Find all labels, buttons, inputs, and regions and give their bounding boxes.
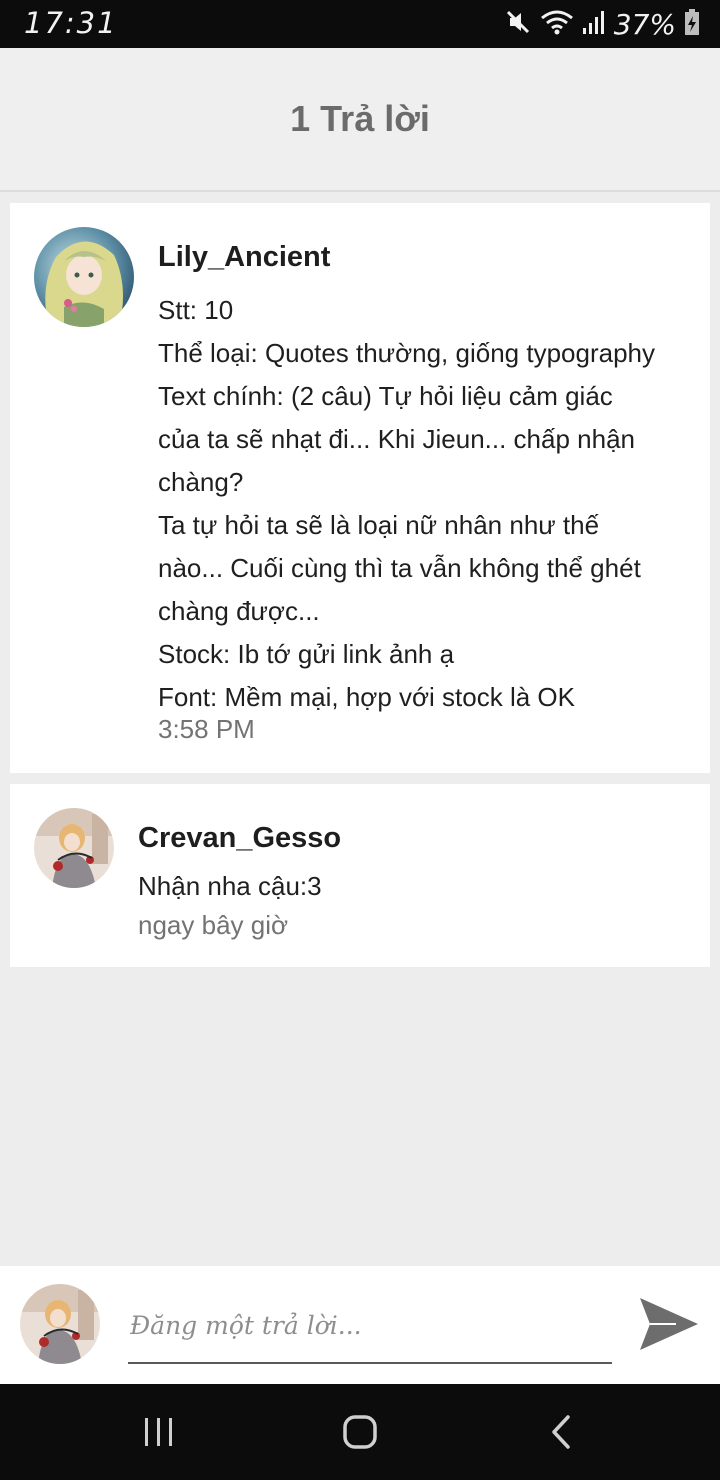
avatar-image bbox=[34, 227, 134, 327]
post-timestamp: 3:58 PM bbox=[158, 714, 255, 744]
wifi-icon bbox=[540, 8, 574, 41]
post-author[interactable]: Lily_Ancient bbox=[158, 241, 330, 274]
post-line: nào... Cuối cùng thì ta vẫn không thể gh… bbox=[158, 553, 641, 583]
reply-author[interactable]: Crevan_Gesso bbox=[138, 822, 341, 855]
signal-icon bbox=[582, 8, 606, 41]
reply-text: Nhận nha cậu:3 bbox=[138, 871, 322, 901]
home-icon bbox=[343, 1415, 377, 1449]
avatar-image bbox=[20, 1284, 100, 1364]
avatar[interactable] bbox=[34, 808, 114, 888]
mute-icon bbox=[504, 8, 532, 41]
post-line: Thể loại: Quotes thường, giống typograph… bbox=[158, 338, 655, 368]
avatar[interactable] bbox=[34, 227, 134, 327]
post-line: Font: Mềm mại, hợp với stock là OK bbox=[158, 682, 575, 712]
header: 1 Trả lời bbox=[0, 48, 720, 192]
post-line: chàng? bbox=[158, 467, 244, 497]
post-line: chàng được... bbox=[158, 596, 320, 626]
avatar-image bbox=[34, 808, 114, 888]
post-body: Stt: 10 Thể loại: Quotes thường, giống t… bbox=[158, 289, 706, 719]
post-line: Stock: Ib tớ gửi link ảnh ạ bbox=[158, 639, 455, 669]
send-icon bbox=[640, 1298, 698, 1350]
reply-input[interactable] bbox=[128, 1296, 612, 1364]
status-bar: 17:31 37% bbox=[0, 0, 720, 48]
system-nav-bar bbox=[0, 1384, 720, 1480]
post-line: Ta tự hỏi ta sẽ là loại nữ nhân như thế bbox=[158, 510, 600, 540]
send-button[interactable] bbox=[636, 1294, 702, 1354]
post-line: Stt: 10 bbox=[158, 295, 234, 325]
post-line: của ta sẽ nhạt đi... Khi Jieun... chấp n… bbox=[158, 424, 635, 454]
recents-icon bbox=[145, 1418, 172, 1446]
reply-composer bbox=[0, 1266, 720, 1384]
reply-timestamp: ngay bây giờ bbox=[138, 910, 289, 940]
post-line: Text chính: (2 câu) Tự hỏi liệu cảm giác bbox=[158, 381, 613, 411]
reply-card: Crevan_Gesso Nhận nha cậu:3 ngay bây giờ bbox=[10, 784, 710, 967]
home-button[interactable] bbox=[336, 1408, 384, 1456]
battery-percent: 37% bbox=[613, 7, 676, 41]
back-icon bbox=[552, 1415, 570, 1449]
status-icons: 37% bbox=[496, 7, 700, 41]
page-title: 1 Trả lời bbox=[290, 98, 430, 139]
avatar bbox=[20, 1284, 100, 1364]
back-button[interactable] bbox=[538, 1408, 586, 1456]
status-time: 17:31 bbox=[24, 6, 118, 40]
battery-icon bbox=[684, 8, 700, 41]
recents-button[interactable] bbox=[135, 1408, 183, 1456]
original-post-card: Lily_Ancient Stt: 10 Thể loại: Quotes th… bbox=[10, 203, 710, 773]
